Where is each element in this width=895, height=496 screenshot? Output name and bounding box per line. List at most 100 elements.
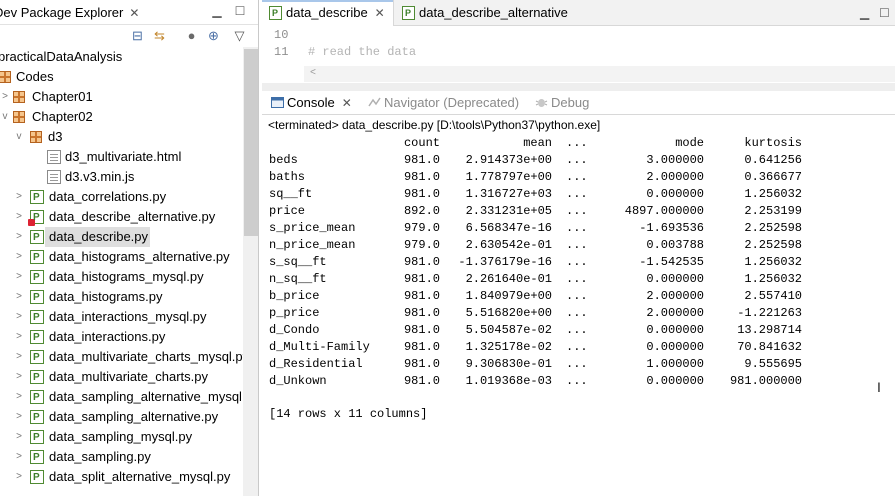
maximize-icon[interactable]: ☐: [879, 7, 891, 19]
tree-item-label: d3: [48, 129, 63, 144]
expand-arrow-icon[interactable]: >: [14, 327, 24, 347]
maximize-icon[interactable]: ☐: [233, 4, 247, 18]
focus-icon[interactable]: ⊕: [205, 28, 222, 44]
minimize-icon[interactable]: ▁: [860, 7, 872, 19]
tree-item-py[interactable]: > data_split_alternative_mysql.py: [0, 467, 243, 488]
tree-item-file[interactable]: d3.v3.min.js: [0, 167, 243, 187]
expand-arrow-icon[interactable]: >: [14, 367, 24, 387]
tree-item-py[interactable]: > data_sampling_alternative.py: [0, 407, 243, 428]
row-mean: 1.778797e+00: [465, 170, 552, 184]
header-count: count: [403, 136, 440, 150]
tree-item-py[interactable]: > data_sampling_mysql.py: [0, 427, 243, 448]
python-file-icon: [30, 188, 44, 208]
row-mode: 4897.000000: [624, 204, 704, 218]
tree-item-py[interactable]: > data_histograms.py: [0, 287, 243, 308]
expand-arrow-icon[interactable]: >: [14, 207, 24, 227]
expand-arrow-icon[interactable]: >: [14, 227, 24, 247]
tree-item-py[interactable]: > data_interactions_mysql.py: [0, 307, 243, 328]
table-row: beds 981.0 2.914373e+00... 3.000000 0.641256: [269, 152, 889, 169]
row-mean: 5.516820e+00: [465, 306, 552, 320]
console-output[interactable]: count mean ... mode kurtosis beds 981.0 2.…: [269, 135, 889, 390]
tree-item-py[interactable]: > data_describe_alternative.py: [0, 207, 243, 228]
row-count: 981.0: [403, 289, 440, 303]
close-icon[interactable]: ✕: [342, 96, 352, 110]
expand-arrow-icon[interactable]: >: [14, 267, 24, 287]
tree-item-label: data_multivariate_charts_mysql.py: [49, 349, 243, 364]
row-name: beds: [269, 153, 298, 167]
header-kurtosis: kurtosis: [744, 136, 802, 150]
tab-debug[interactable]: Debug: [533, 91, 589, 115]
expand-arrow-icon[interactable]: >: [14, 247, 24, 267]
row-name: s_price_mean: [269, 221, 356, 235]
tree-item-py[interactable]: > data_multivariate_charts.py: [0, 367, 243, 388]
tree-item-d3[interactable]: v d3: [0, 127, 243, 147]
tree-item-py[interactable]: > data_histograms_alternative.py: [0, 247, 243, 268]
view-menu-icon[interactable]: ▽: [231, 28, 248, 44]
expand-arrow-icon[interactable]: >: [14, 347, 24, 367]
expand-arrow-icon[interactable]: >: [14, 407, 24, 427]
filter-icon[interactable]: ●: [183, 28, 200, 44]
row-ellipsis: ...: [566, 272, 588, 286]
row-kurtosis: 0.366677: [744, 170, 802, 184]
tree-item-py[interactable]: > data_sampling.py: [0, 447, 243, 468]
link-with-editor-icon[interactable]: ⇆: [151, 28, 168, 44]
tree-item-chapter01[interactable]: > Chapter01: [0, 87, 243, 107]
row-name: d_Condo: [269, 323, 320, 337]
python-file-icon: [30, 448, 44, 468]
row-kurtosis: 981.000000: [729, 374, 802, 388]
scroll-left-icon[interactable]: <: [310, 68, 316, 79]
panel-separator[interactable]: [262, 83, 895, 91]
expand-arrow-icon[interactable]: >: [14, 307, 24, 327]
row-mode: 2.000000: [646, 306, 704, 320]
row-name: d_Unkown: [269, 374, 327, 388]
close-icon[interactable]: ✕: [129, 6, 139, 20]
tree-scrollbar-thumb[interactable]: [244, 49, 258, 236]
tree-item-codes[interactable]: Codes: [0, 67, 243, 87]
table-row: p_price 981.0 5.516820e+00... 2.000000 -1.22…: [269, 305, 889, 322]
close-icon[interactable]: ✕: [375, 6, 385, 20]
tree-item-label: data_histograms.py: [49, 289, 163, 304]
row-kurtosis: 0.641256: [744, 153, 802, 167]
tree-item-py[interactable]: > data_multivariate_charts_mysql.py: [0, 347, 243, 368]
minimize-icon[interactable]: ▁: [210, 4, 224, 18]
table-row: d_Multi-Family 981.0 1.325178e-02... 0.0000…: [269, 339, 889, 356]
tree-item-py[interactable]: > data_interactions.py: [0, 327, 243, 348]
tree-item-py[interactable]: > data_sampling_alternative_mysql.: [0, 387, 243, 408]
expand-arrow-icon[interactable]: >: [14, 387, 24, 407]
row-kurtosis: 2.557410: [744, 289, 802, 303]
tab-data-describe-alternative[interactable]: P data_describe_alternative: [395, 0, 568, 26]
tree-item-chapter02[interactable]: v Chapter02: [0, 107, 243, 127]
code-line[interactable]: # read the data: [308, 45, 416, 59]
tab-data-describe[interactable]: P data_describe ✕: [262, 0, 394, 26]
tree-item-py[interactable]: > data_correlations.py: [0, 187, 243, 208]
tree-item-file[interactable]: d3_multivariate.html: [0, 147, 243, 167]
tree-item-py[interactable]: > data_histograms_mysql.py: [0, 267, 243, 288]
row-mode: 0.000000: [646, 272, 704, 286]
tree-item-label: Chapter02: [32, 109, 93, 124]
expand-arrow-icon[interactable]: >: [14, 467, 24, 487]
package-explorer-tab[interactable]: Dev Package Explorer ✕: [0, 3, 139, 23]
collapse-all-icon[interactable]: ⊟: [129, 28, 146, 44]
expand-arrow-icon[interactable]: >: [14, 187, 24, 207]
expand-arrow-icon[interactable]: >: [14, 447, 24, 467]
tab-navigator[interactable]: Navigator (Deprecated): [366, 91, 519, 115]
editor-horizontal-scrollbar[interactable]: <: [304, 66, 895, 82]
tree-item-label: data_interactions_mysql.py: [49, 309, 207, 324]
tree-item-label: data_histograms_mysql.py: [49, 269, 204, 284]
table-row: baths 981.0 1.778797e+00... 2.000000 0.36667…: [269, 169, 889, 186]
collapse-arrow-icon[interactable]: v: [0, 107, 10, 127]
collapse-arrow-icon[interactable]: v: [14, 127, 24, 147]
tree-item-project[interactable]: practicalDataAnalysis: [0, 47, 243, 67]
tree-item-py-selected[interactable]: > data_describe.py: [0, 227, 243, 248]
expand-arrow-icon[interactable]: >: [14, 427, 24, 447]
row-count: 981.0: [403, 153, 440, 167]
expand-arrow-icon[interactable]: >: [14, 287, 24, 307]
code-editor[interactable]: 10 11 # read the data <: [262, 27, 895, 83]
row-mode: 0.000000: [646, 374, 704, 388]
expand-arrow-icon[interactable]: >: [0, 87, 10, 107]
tree-item-label: data_histograms_alternative.py: [49, 249, 230, 264]
row-ellipsis: ...: [566, 204, 588, 218]
python-file-icon: [30, 248, 44, 268]
tab-console[interactable]: Console ✕: [269, 91, 352, 115]
console-status: <terminated> data_describe.py [D:\tools\…: [268, 118, 601, 132]
